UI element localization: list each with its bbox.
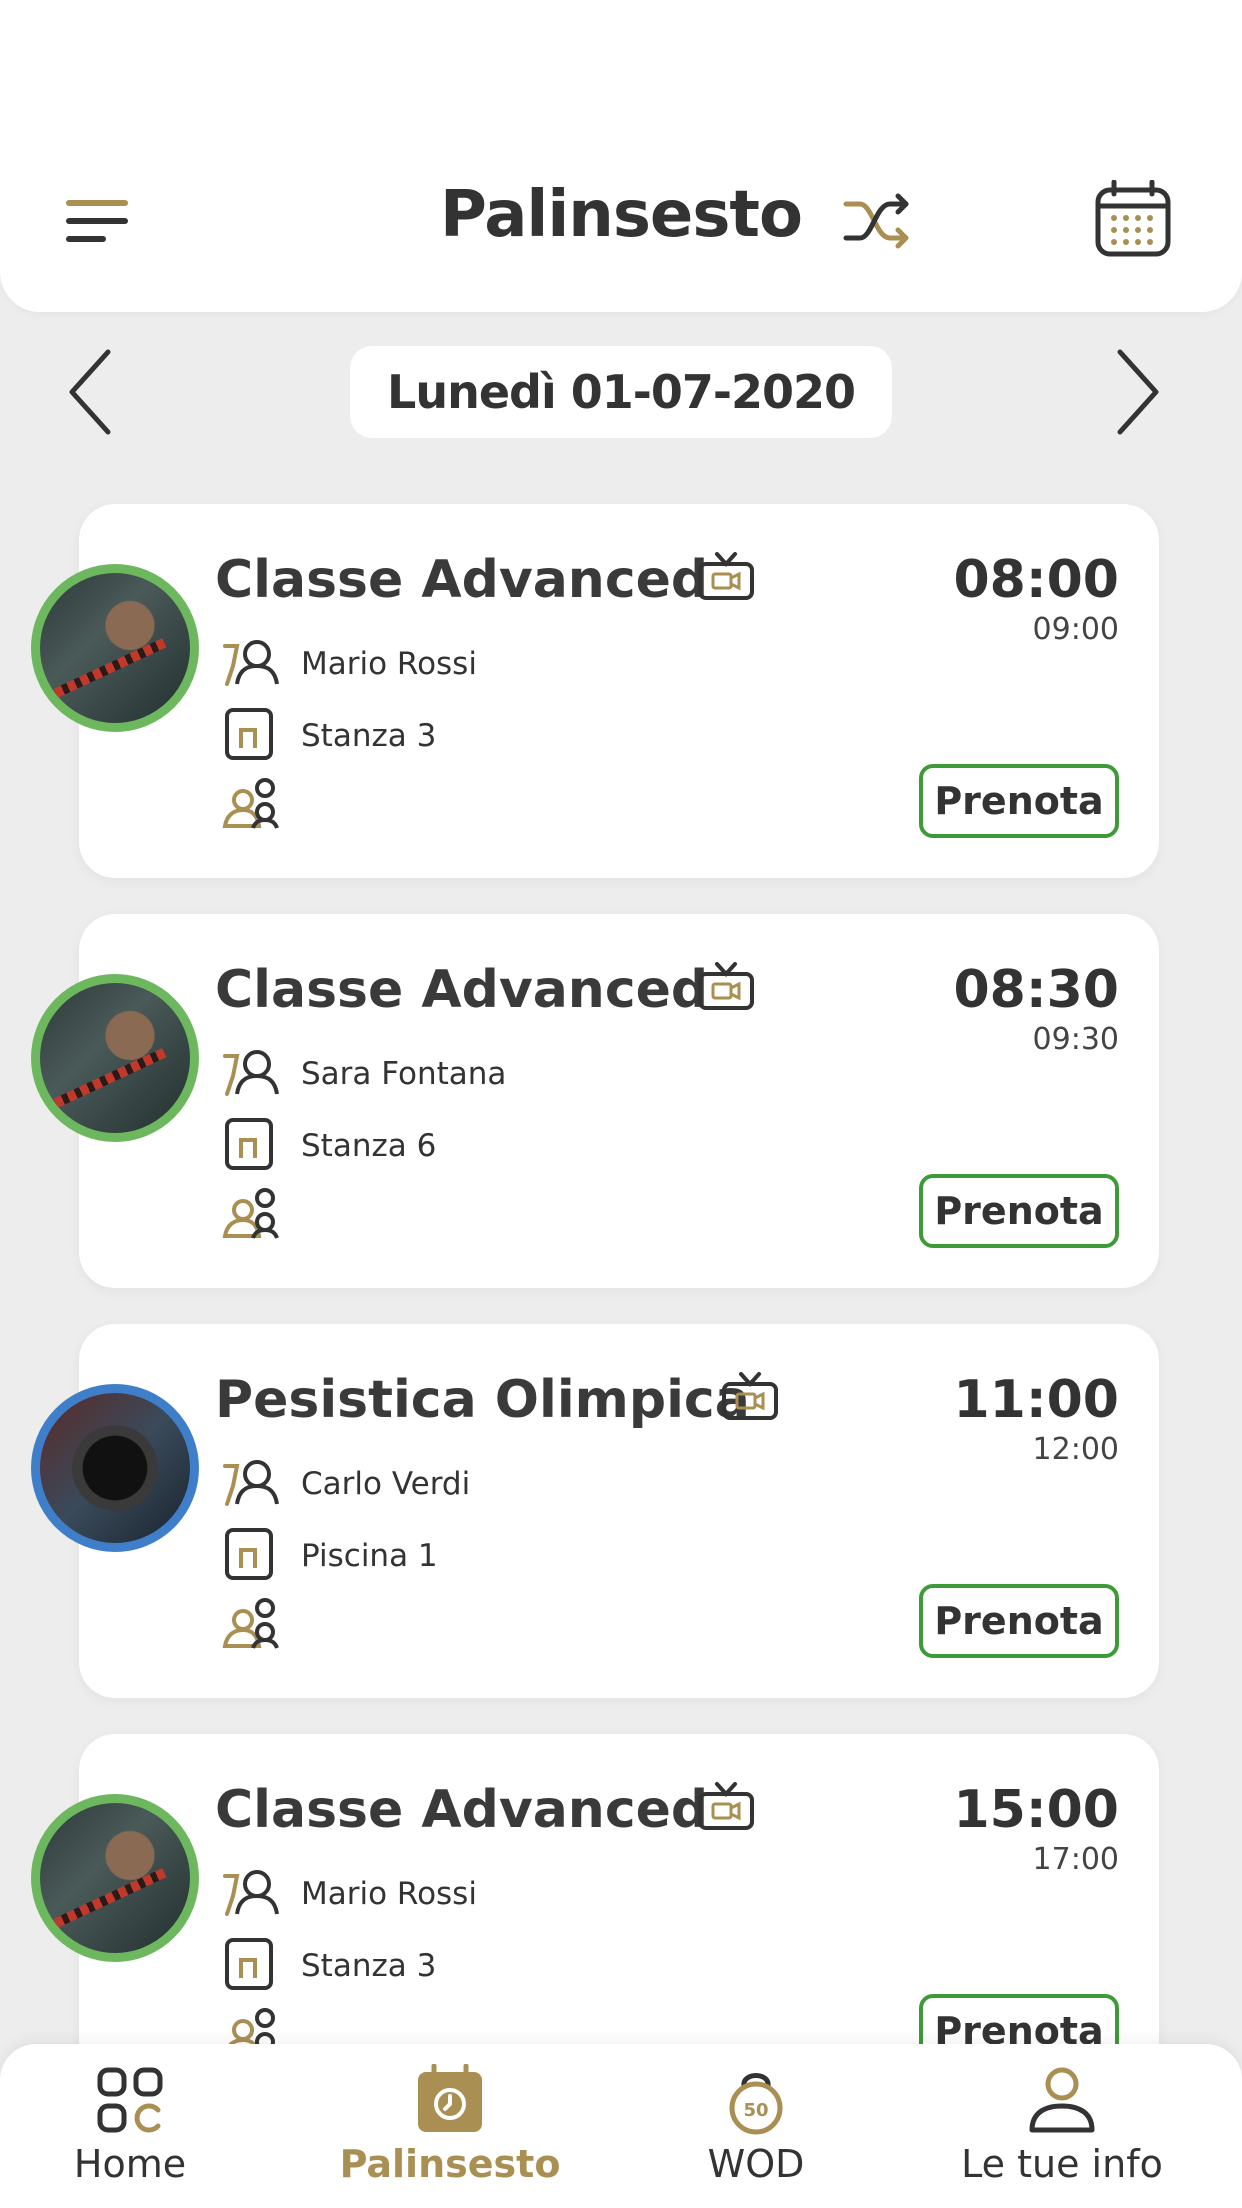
end-time: 17:00 bbox=[1032, 1842, 1119, 1877]
grid-icon bbox=[97, 2067, 163, 2133]
class-title: Classe Advanced bbox=[215, 960, 709, 1020]
shuffle-icon[interactable] bbox=[842, 188, 914, 254]
class-card[interactable]: Classe Advanced 08:00 09:00 Mario Rossi … bbox=[31, 504, 1159, 878]
class-avatar bbox=[31, 1384, 199, 1552]
class-avatar bbox=[31, 564, 199, 732]
tv-icon bbox=[722, 1372, 778, 1420]
user-icon bbox=[1029, 2067, 1095, 2133]
start-time: 15:00 bbox=[953, 1780, 1119, 1840]
room-icon bbox=[225, 1118, 273, 1170]
start-time: 08:00 bbox=[953, 550, 1119, 610]
trainer-icon bbox=[223, 640, 279, 686]
room-icon bbox=[225, 1938, 273, 1990]
date-navigator: Lunedì 01-07-2020 bbox=[0, 346, 1242, 438]
tv-icon bbox=[698, 1782, 754, 1830]
nav-item-palinsesto[interactable]: Palinsesto bbox=[330, 2064, 570, 2194]
start-time: 11:00 bbox=[953, 1370, 1119, 1430]
chevron-left-icon[interactable] bbox=[64, 348, 116, 436]
participants-icon bbox=[222, 1188, 279, 1239]
trainer-name: Mario Rossi bbox=[301, 646, 477, 682]
nav-label-home: Home bbox=[73, 2142, 187, 2186]
page-title: Palinsesto bbox=[440, 178, 803, 252]
book-button[interactable]: Prenota bbox=[919, 764, 1119, 838]
tv-icon bbox=[698, 962, 754, 1010]
trainer-name: Carlo Verdi bbox=[301, 1466, 471, 1502]
end-time: 09:30 bbox=[1032, 1022, 1119, 1057]
trainer-name: Mario Rossi bbox=[301, 1876, 477, 1912]
class-avatar bbox=[31, 974, 199, 1142]
class-title: Pesistica Olimpica bbox=[215, 1370, 750, 1430]
room-name: Stanza 3 bbox=[301, 718, 437, 754]
tv-icon bbox=[698, 552, 754, 600]
chevron-right-icon[interactable] bbox=[1112, 348, 1164, 436]
participants-icon bbox=[222, 1598, 279, 1649]
class-card[interactable]: Pesistica Olimpica 11:00 12:00 Carlo Ver… bbox=[31, 1324, 1159, 1698]
participants-icon bbox=[222, 778, 279, 829]
app-header: Palinsesto bbox=[0, 0, 1242, 312]
start-time: 08:30 bbox=[953, 960, 1119, 1020]
room-name: Stanza 6 bbox=[301, 1128, 437, 1164]
trainer-icon bbox=[223, 1050, 279, 1096]
class-avatar bbox=[31, 1794, 199, 1962]
bottom-navigation: Home Palinsesto 50 WOD Le tue info bbox=[0, 2044, 1242, 2208]
nav-item-wod[interactable]: 50 WOD bbox=[636, 2064, 876, 2194]
current-date[interactable]: Lunedì 01-07-2020 bbox=[350, 346, 892, 438]
room-icon bbox=[225, 1528, 273, 1580]
room-name: Piscina 1 bbox=[301, 1538, 438, 1574]
nav-label-palinsesto: Palinsesto bbox=[339, 2142, 561, 2186]
schedule-icon bbox=[418, 2064, 482, 2132]
end-time: 12:00 bbox=[1032, 1432, 1119, 1467]
book-button[interactable]: Prenota bbox=[919, 1174, 1119, 1248]
room-name: Stanza 3 bbox=[301, 1948, 437, 1984]
class-card[interactable]: Classe Advanced 08:30 09:30 Sara Fontana… bbox=[31, 914, 1159, 1288]
trainer-name: Sara Fontana bbox=[301, 1056, 507, 1092]
nav-label-profile: Le tue info bbox=[961, 2142, 1163, 2186]
room-icon bbox=[225, 708, 273, 760]
kettlebell-icon: 50 bbox=[729, 2073, 783, 2135]
class-title: Classe Advanced bbox=[215, 1780, 709, 1840]
nav-item-profile[interactable]: Le tue info bbox=[942, 2064, 1182, 2194]
nav-label-wod: WOD bbox=[707, 2142, 805, 2186]
book-button[interactable]: Prenota bbox=[919, 1584, 1119, 1658]
trainer-icon bbox=[223, 1460, 279, 1506]
nav-item-home[interactable]: Home bbox=[10, 2064, 250, 2194]
kettlebell-weight: 50 bbox=[743, 2100, 768, 2121]
calendar-icon[interactable] bbox=[1094, 180, 1172, 258]
class-title: Classe Advanced bbox=[215, 550, 709, 610]
trainer-icon bbox=[223, 1870, 279, 1916]
end-time: 09:00 bbox=[1032, 612, 1119, 647]
